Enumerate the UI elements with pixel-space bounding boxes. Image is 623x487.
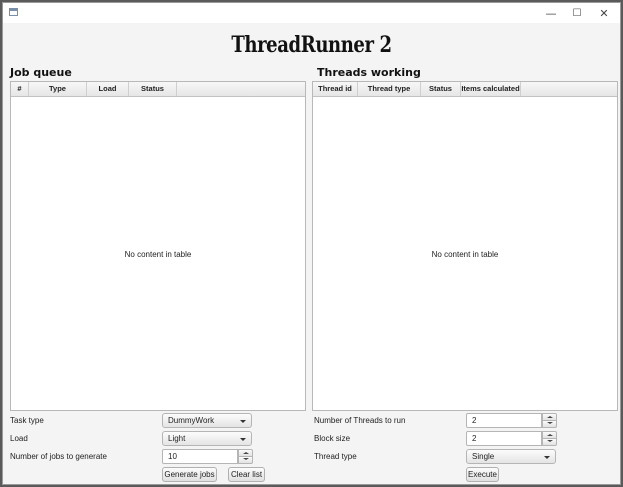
job-queue-empty-message: No content in table (124, 250, 192, 259)
block-size-spinner[interactable]: 2 (466, 431, 557, 446)
column-header-type[interactable]: Type (29, 82, 87, 96)
column-header-status[interactable]: Status (421, 82, 461, 96)
jobs-count-input[interactable]: 10 (162, 449, 238, 464)
threads-working-title: Threads working (317, 66, 421, 79)
column-header-number[interactable]: # (11, 82, 29, 96)
task-type-label: Task type (10, 416, 44, 425)
increment-arrow-icon[interactable] (542, 413, 557, 421)
app-window: — ☐ ✕ ThreadRunner 2 Job queue Threads w… (2, 2, 621, 485)
chevron-down-icon (240, 420, 246, 423)
column-header-load[interactable]: Load (87, 82, 129, 96)
load-select[interactable]: Light (162, 431, 252, 446)
threads-working-header: Thread id Thread type Status Items calcu… (313, 82, 617, 97)
thread-type-select[interactable]: Single (466, 449, 556, 464)
block-size-label: Block size (314, 434, 351, 443)
increment-arrow-icon[interactable] (542, 431, 557, 439)
load-value: Light (168, 434, 186, 443)
job-queue-title: Job queue (10, 66, 72, 79)
chevron-down-icon (240, 438, 246, 441)
minimize-button[interactable]: — (537, 3, 565, 23)
threads-working-table[interactable]: Thread id Thread type Status Items calcu… (312, 81, 618, 411)
block-size-input[interactable]: 2 (466, 431, 542, 446)
column-header-status[interactable]: Status (129, 82, 177, 96)
generate-jobs-button[interactable]: Generate jobs (162, 467, 217, 482)
increment-arrow-icon[interactable] (238, 449, 253, 457)
threads-count-label: Number of Threads to run (314, 416, 406, 425)
column-header-items-calculated[interactable]: Items calculated (461, 82, 521, 96)
decrement-arrow-icon[interactable] (542, 420, 557, 428)
column-header-thread-id[interactable]: Thread id (313, 82, 358, 96)
app-icon (9, 8, 18, 16)
load-label: Load (10, 434, 28, 443)
close-button[interactable]: ✕ (590, 3, 618, 23)
threads-count-input[interactable]: 2 (466, 413, 542, 428)
title-bar[interactable]: — ☐ ✕ (3, 3, 620, 23)
thread-type-label: Thread type (314, 452, 357, 461)
jobs-count-spinner[interactable]: 10 (162, 449, 253, 464)
task-type-select[interactable]: DummyWork (162, 413, 252, 428)
task-type-value: DummyWork (168, 416, 215, 425)
decrement-arrow-icon[interactable] (542, 438, 557, 446)
job-queue-table[interactable]: # Type Load Status No content in table (10, 81, 306, 411)
clear-list-button[interactable]: Clear list (228, 467, 265, 482)
jobs-count-label: Number of jobs to generate (10, 452, 107, 461)
decrement-arrow-icon[interactable] (238, 456, 253, 464)
chevron-down-icon (544, 456, 550, 459)
job-queue-header: # Type Load Status (11, 82, 305, 97)
column-header-thread-type[interactable]: Thread type (358, 82, 421, 96)
execute-button[interactable]: Execute (466, 467, 499, 482)
threads-count-spinner[interactable]: 2 (466, 413, 557, 428)
app-title: ThreadRunner 2 (231, 32, 392, 58)
maximize-button[interactable]: ☐ (563, 3, 591, 23)
threads-working-empty-message: No content in table (431, 250, 499, 259)
thread-type-value: Single (472, 452, 495, 461)
